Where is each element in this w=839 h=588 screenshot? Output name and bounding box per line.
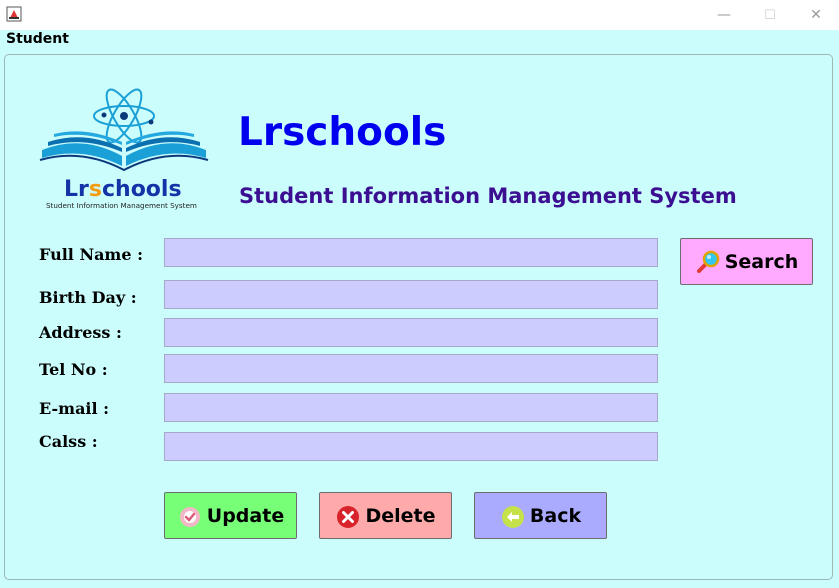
back-button[interactable]: Back: [474, 492, 607, 539]
magnifier-icon: [696, 250, 719, 273]
class-input[interactable]: [164, 432, 658, 461]
minimize-button[interactable]: —: [701, 0, 747, 30]
address-label: Address :: [39, 323, 122, 342]
delete-button[interactable]: Delete: [319, 492, 452, 539]
java-app-icon: [6, 6, 22, 22]
birth-day-input[interactable]: [164, 280, 658, 309]
open-book-icon: [39, 131, 209, 172]
svg-text:Lrschools: Lrschools: [64, 177, 182, 202]
app-subtitle: Student Information Management System: [239, 184, 737, 208]
full-name-label: Full Name :: [39, 245, 144, 264]
app-title: Lrschools: [238, 110, 447, 155]
back-arrow-icon: [501, 505, 524, 528]
birth-day-label: Birth Day :: [39, 288, 137, 307]
update-icon: [179, 506, 200, 527]
tel-no-label: Tel No :: [39, 360, 108, 379]
window-titlebar: — ☐ ✕: [0, 0, 839, 30]
update-button[interactable]: Update: [164, 492, 297, 539]
maximize-button[interactable]: ☐: [747, 0, 793, 30]
svg-text:Student Information Management: Student Information Management System: [46, 201, 197, 210]
close-button[interactable]: ✕: [793, 0, 839, 30]
search-button[interactable]: Search: [680, 238, 813, 285]
email-input[interactable]: [164, 393, 658, 422]
email-label: E-mail :: [39, 399, 110, 418]
menu-bar: Student: [0, 30, 839, 52]
delete-icon: [337, 505, 360, 528]
menu-student[interactable]: Student: [6, 30, 69, 48]
class-label: Calss :: [39, 432, 98, 451]
address-input[interactable]: [164, 318, 658, 347]
tel-no-input[interactable]: [164, 354, 658, 383]
full-name-input[interactable]: [164, 238, 658, 267]
lrschools-logo: Lrschools Student Information Management…: [39, 88, 209, 210]
